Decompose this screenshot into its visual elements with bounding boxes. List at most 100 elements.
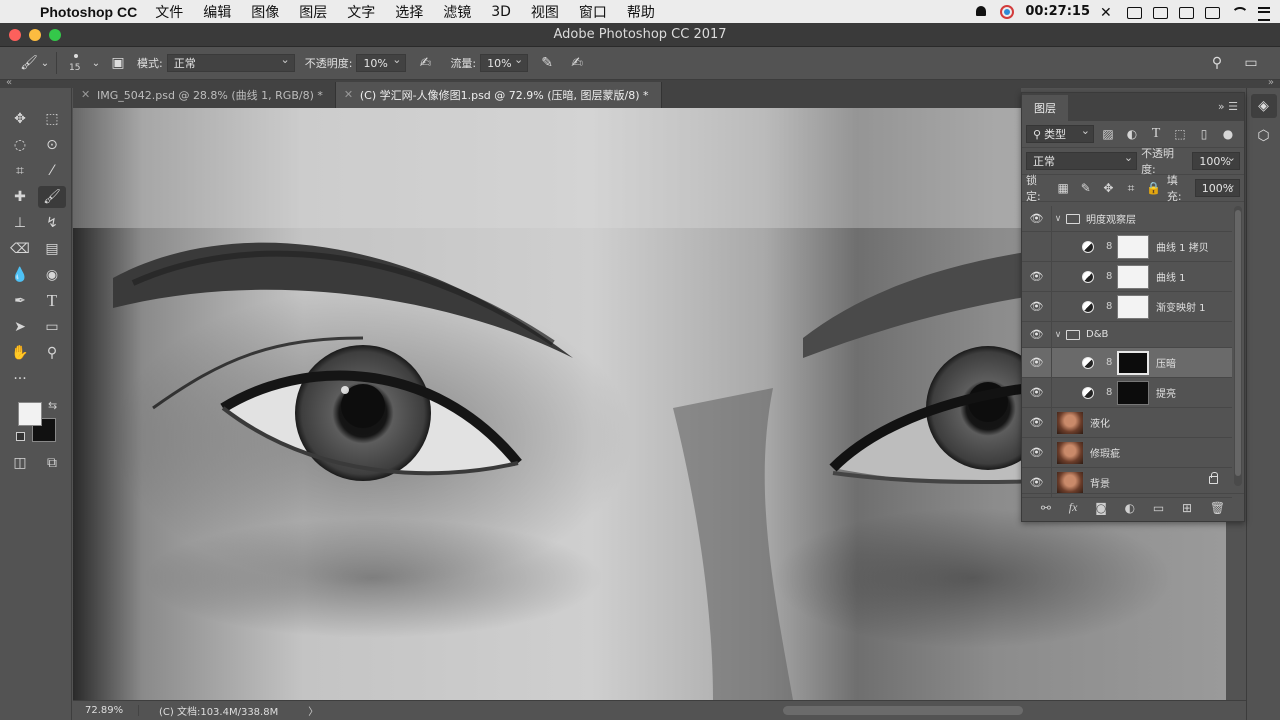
gradient-tool-icon[interactable]: ▤ bbox=[38, 238, 66, 260]
layer-mask-thumbnail[interactable] bbox=[1117, 380, 1149, 405]
filter-adjustment-icon[interactable]: ◐ bbox=[1122, 125, 1142, 143]
visibility-eye-icon[interactable]: 👁 bbox=[1022, 292, 1052, 321]
zoom-level[interactable]: 72.89% bbox=[73, 705, 139, 716]
layer-thumbnail[interactable] bbox=[1056, 470, 1084, 495]
app-menu[interactable]: Photoshop CC bbox=[40, 4, 137, 20]
layer-thumbnail[interactable] bbox=[1056, 410, 1084, 435]
wifi-icon[interactable] bbox=[1230, 5, 1246, 19]
layer-curves-1-copy[interactable]: 👁 8 曲线 1 拷贝 bbox=[1022, 232, 1232, 262]
default-colors-icon[interactable] bbox=[16, 432, 25, 441]
link-layers-icon[interactable]: ⚯ bbox=[1041, 501, 1051, 515]
brush-tool-icon[interactable]: 🖌 bbox=[38, 186, 66, 208]
lasso-tool-icon[interactable]: ◌ bbox=[6, 134, 34, 156]
blur-tool-icon[interactable]: 💧 bbox=[6, 264, 34, 286]
visibility-eye-icon[interactable]: 👁 bbox=[1022, 206, 1052, 231]
notification-bell-icon[interactable] bbox=[973, 5, 989, 19]
menu-filter[interactable]: 滤镜 bbox=[443, 2, 471, 22]
delete-layer-icon[interactable]: 🗑 bbox=[1210, 501, 1225, 515]
menu-help[interactable]: 帮助 bbox=[627, 2, 655, 22]
menu-window[interactable]: 窗口 bbox=[579, 2, 607, 22]
document-info[interactable]: (C) 文档:103.4M/338.8M bbox=[139, 703, 278, 718]
move-tool-icon[interactable]: ✥ bbox=[6, 108, 34, 130]
lock-position-icon[interactable]: ✥ bbox=[1099, 179, 1118, 197]
history-brush-tool-icon[interactable]: ↯ bbox=[38, 212, 66, 234]
collapse-left-icon[interactable]: « bbox=[6, 77, 12, 88]
menu-edit[interactable]: 编辑 bbox=[203, 2, 231, 22]
pen-tool-icon[interactable]: ✒ bbox=[6, 290, 34, 312]
group-expand-caret-icon[interactable]: ∨ bbox=[1052, 330, 1064, 340]
visibility-eye-icon[interactable]: 👁 bbox=[1022, 378, 1052, 407]
close-tab-icon[interactable]: ✕ bbox=[81, 88, 90, 101]
brush-size-picker[interactable]: 15 bbox=[63, 50, 91, 76]
link-chain-icon[interactable]: 8 bbox=[1106, 241, 1114, 252]
type-tool-icon[interactable]: T bbox=[38, 290, 66, 312]
tab-img-5042[interactable]: ✕ IMG_5042.psd @ 28.8% (曲线 1, RGB/8) * bbox=[73, 82, 336, 108]
menu-view[interactable]: 视图 bbox=[531, 2, 559, 22]
brush-tool-preset-icon[interactable]: 🖌 bbox=[18, 52, 40, 74]
airbrush-icon[interactable]: ✎ bbox=[536, 52, 558, 74]
quick-mask-icon[interactable]: ◫ bbox=[6, 452, 34, 474]
layer-mask-thumbnail[interactable] bbox=[1117, 264, 1149, 289]
lock-transparency-icon[interactable]: ▦ bbox=[1054, 179, 1073, 197]
group-expand-caret-icon[interactable]: ∨ bbox=[1052, 214, 1064, 224]
x-app-icon[interactable]: ✕ bbox=[1100, 5, 1116, 21]
hand-tool-icon[interactable]: ✋ bbox=[6, 342, 34, 364]
layer-group-db[interactable]: 👁 ∨ D&B bbox=[1022, 322, 1232, 348]
dodge-tool-icon[interactable]: ◉ bbox=[38, 264, 66, 286]
battery-icon[interactable] bbox=[1204, 5, 1220, 19]
fill-field[interactable]: 100% bbox=[1194, 178, 1240, 197]
path-select-tool-icon[interactable]: ➤ bbox=[6, 316, 34, 338]
menubar-clock[interactable]: 00:27:15 bbox=[1025, 4, 1090, 19]
tab-portrait-retouch[interactable]: ✕ (C) 学汇网-人像修图1.psd @ 72.9% (压暗, 图层蒙版/8)… bbox=[335, 82, 662, 108]
airplay-icon[interactable] bbox=[1178, 5, 1194, 19]
layer-retouch[interactable]: 👁 修瑕疵 bbox=[1022, 438, 1232, 468]
visibility-eye-icon[interactable]: 👁 bbox=[1022, 408, 1052, 437]
new-group-icon[interactable]: ▭ bbox=[1153, 501, 1164, 515]
layer-lighten[interactable]: 👁 8 提亮 bbox=[1022, 378, 1232, 408]
filter-smart-object-icon[interactable]: ▯ bbox=[1194, 125, 1214, 143]
menu-image[interactable]: 图像 bbox=[251, 2, 279, 22]
visibility-eye-icon[interactable]: 👁 bbox=[1022, 322, 1052, 347]
sidebar-icon[interactable] bbox=[1152, 5, 1168, 19]
new-adjustment-icon[interactable]: ◐ bbox=[1125, 501, 1135, 515]
collapse-right-icon[interactable]: » bbox=[1268, 77, 1274, 88]
layer-group-luminosity[interactable]: 👁 ∨ 明度观察层 bbox=[1022, 206, 1232, 232]
menu-select[interactable]: 选择 bbox=[395, 2, 423, 22]
libraries-panel-icon[interactable]: ⬡ bbox=[1251, 124, 1277, 148]
menu-3d[interactable]: 3D bbox=[491, 4, 511, 20]
layer-style-fx-icon[interactable]: fx bbox=[1069, 500, 1078, 515]
chevron-down-icon[interactable]: ⌄ bbox=[40, 52, 50, 74]
filter-type-icon[interactable]: T bbox=[1146, 125, 1166, 143]
zoom-tool-icon[interactable]: ⚲ bbox=[38, 342, 66, 364]
lock-artboard-icon[interactable]: ⌗ bbox=[1122, 179, 1141, 197]
filter-shape-icon[interactable]: ⬚ bbox=[1170, 125, 1190, 143]
layer-gradient-map-1[interactable]: 👁 8 渐变映射 1 bbox=[1022, 292, 1232, 322]
pressure-size-icon[interactable]: ✍ bbox=[566, 52, 588, 74]
filter-toggle-icon[interactable]: ● bbox=[1218, 125, 1238, 143]
visibility-eye-icon[interactable]: 👁 bbox=[1022, 438, 1052, 467]
layer-mask-thumbnail[interactable] bbox=[1117, 294, 1149, 319]
filter-pixel-icon[interactable]: ▨ bbox=[1098, 125, 1118, 143]
panel-menu-icon[interactable]: » ☰ bbox=[1218, 100, 1238, 113]
visibility-eye-icon[interactable]: 👁 bbox=[1022, 348, 1052, 377]
layer-mask-thumbnail[interactable] bbox=[1117, 234, 1149, 259]
brush-panel-toggle-icon[interactable]: ▣ bbox=[107, 52, 129, 74]
more-tools-icon[interactable]: ··· bbox=[6, 368, 34, 390]
layer-mask-thumbnail[interactable] bbox=[1117, 350, 1149, 375]
status-menu-arrow[interactable]: 〉 bbox=[308, 703, 318, 718]
link-chain-icon[interactable]: 8 bbox=[1106, 301, 1114, 312]
screen-mode-icon[interactable]: ⧉ bbox=[38, 452, 66, 474]
tab-layers[interactable]: 图层 bbox=[1022, 95, 1068, 121]
menu-file[interactable]: 文件 bbox=[155, 2, 183, 22]
new-layer-icon[interactable]: ⊞ bbox=[1182, 501, 1192, 515]
screen-record-icon[interactable] bbox=[999, 4, 1015, 19]
pressure-opacity-icon[interactable]: ✍ bbox=[414, 52, 436, 74]
layers-panel-icon[interactable]: ◈ bbox=[1250, 94, 1277, 118]
eraser-tool-icon[interactable]: ⌫ bbox=[6, 238, 34, 260]
eyedropper-tool-icon[interactable]: ⁄ bbox=[38, 160, 66, 182]
display-icon[interactable] bbox=[1126, 5, 1142, 19]
notification-center-icon[interactable] bbox=[1256, 5, 1272, 21]
blend-mode-select[interactable]: 正常 bbox=[1026, 151, 1138, 170]
quick-select-tool-icon[interactable]: ⊙ bbox=[38, 134, 66, 156]
opacity-field[interactable]: 10% bbox=[356, 53, 407, 72]
